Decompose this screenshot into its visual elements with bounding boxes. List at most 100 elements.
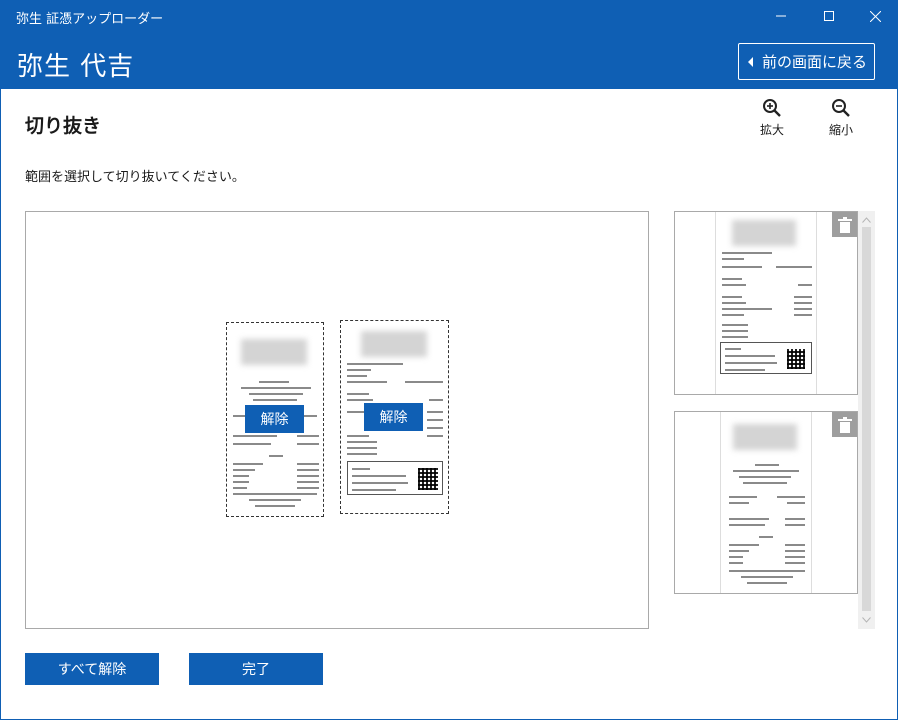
back-button[interactable]: 前の画面に戻る: [738, 43, 875, 80]
thumbnail-item[interactable]: [674, 411, 858, 594]
qr-code-image: [787, 349, 805, 369]
page-title: 切り抜き: [25, 115, 102, 137]
receipt-line: [787, 502, 805, 504]
crop-selection-receipt-2[interactable]: 解除: [340, 320, 449, 514]
zoom-in-button[interactable]: 拡大: [752, 98, 792, 138]
receipt-line: [429, 399, 443, 401]
receipt-line: [755, 464, 779, 466]
thumbnail-receipt-image: [720, 412, 812, 593]
release-all-button[interactable]: すべて解除: [25, 653, 159, 685]
zoom-in-icon: [763, 99, 781, 117]
receipt-line: [785, 550, 805, 552]
receipt-logo-image: [732, 220, 796, 246]
thumbnail-item[interactable]: [674, 211, 858, 395]
receipt-line: [776, 266, 812, 268]
thumbnail-receipt-image: [715, 212, 817, 394]
receipt-line: [233, 469, 255, 471]
receipt-line: [722, 296, 742, 298]
receipt-line: [427, 411, 443, 413]
scroll-up-icon[interactable]: [858, 213, 875, 227]
scrollbar-thumb[interactable]: [862, 227, 871, 611]
receipt-line: [729, 496, 757, 498]
receipt-line: [722, 302, 746, 304]
receipt-line: [722, 258, 744, 260]
receipt-line: [347, 447, 377, 449]
receipt-line: [794, 296, 812, 298]
receipt-line: [405, 381, 443, 383]
receipt-line: [241, 387, 311, 389]
receipt-line: [777, 496, 805, 498]
receipt-line: [347, 399, 373, 401]
receipt-line: [297, 481, 319, 483]
release-all-label: すべて解除: [57, 662, 127, 678]
receipt-line: [347, 453, 377, 455]
delete-thumbnail-button[interactable]: [832, 212, 857, 237]
receipt-line: [743, 482, 787, 484]
receipt-info-box: [720, 342, 812, 374]
receipt-line: [794, 308, 812, 310]
instruction-text: 範囲を選択して切り抜いてください。: [25, 170, 245, 185]
crop-canvas[interactable]: 解除 解除: [25, 211, 649, 629]
receipt-line: [297, 443, 319, 445]
zoom-out-button[interactable]: 縮小: [821, 98, 861, 138]
receipt-line: [352, 489, 396, 491]
receipt-line: [759, 536, 773, 538]
receipt-line: [729, 556, 743, 558]
zoom-out-label: 縮小: [828, 123, 853, 137]
receipt-line: [259, 381, 289, 383]
scroll-down-icon[interactable]: [858, 613, 875, 627]
release-selection-button[interactable]: 解除: [364, 403, 423, 431]
receipt-line: [722, 278, 742, 280]
receipt-logo-image: [733, 424, 797, 450]
receipt-line: [347, 441, 377, 443]
receipt-line: [347, 393, 369, 395]
receipt-line: [233, 481, 249, 483]
trash-icon: [837, 216, 852, 233]
receipt-line: [785, 556, 805, 558]
receipt-line: [233, 475, 249, 477]
receipt-line: [785, 524, 805, 526]
receipt-line: [722, 336, 748, 338]
thumbnail-scrollbar[interactable]: [858, 211, 875, 629]
delete-thumbnail-button[interactable]: [832, 412, 857, 437]
receipt-line: [722, 330, 748, 332]
receipt-line: [297, 475, 319, 477]
receipt-line: [729, 550, 749, 552]
chevron-left-icon: [748, 56, 753, 67]
minimize-icon: [776, 15, 786, 17]
receipt-info-box: [347, 461, 443, 495]
receipt-line: [729, 562, 743, 564]
close-icon: [869, 10, 881, 22]
zoom-in-label: 拡大: [759, 123, 784, 137]
receipt-line: [352, 475, 406, 477]
receipt-line: [725, 362, 777, 364]
receipt-line: [347, 369, 371, 371]
maximize-button[interactable]: [806, 0, 852, 32]
done-button[interactable]: 完了: [189, 653, 323, 685]
receipt-line: [233, 435, 277, 437]
receipt-line: [249, 499, 301, 501]
receipt-line: [739, 476, 791, 478]
minimize-button[interactable]: [758, 0, 804, 32]
receipt-logo-image: [241, 339, 307, 365]
trash-icon: [837, 416, 852, 433]
receipt-line: [427, 419, 443, 421]
receipt-line: [785, 518, 805, 520]
close-button[interactable]: [852, 0, 898, 32]
receipt-line: [741, 576, 793, 578]
maximize-icon: [824, 11, 834, 21]
receipt-line: [255, 505, 295, 507]
receipt-line: [297, 463, 319, 465]
window-titlebar: 弥生 証憑アップローダー: [0, 0, 898, 32]
receipt-line: [725, 348, 741, 350]
receipt-line: [269, 455, 283, 457]
thumbnail-list: [674, 211, 875, 629]
crop-selection-receipt-1[interactable]: 解除: [226, 322, 324, 517]
release-selection-button[interactable]: 解除: [245, 405, 304, 433]
receipt-line: [347, 381, 387, 383]
receipt-line: [233, 463, 263, 465]
receipt-line: [798, 284, 812, 286]
receipt-logo-image: [361, 331, 427, 357]
receipt-line: [249, 393, 303, 395]
receipt-line: [297, 487, 319, 489]
